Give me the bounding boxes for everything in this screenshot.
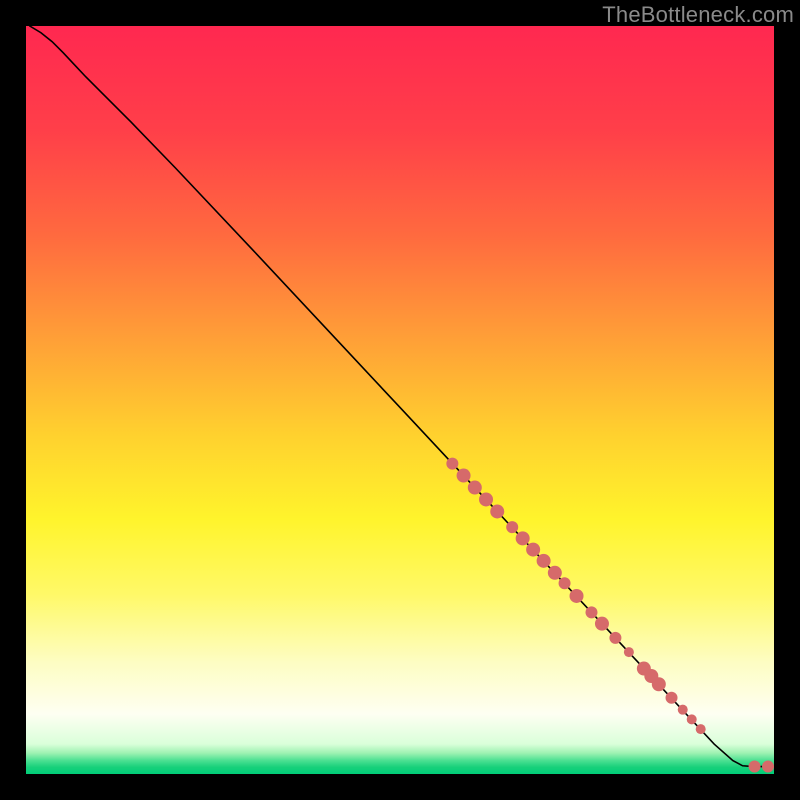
marker-dot	[585, 606, 597, 618]
marker-dot	[548, 566, 562, 580]
marker-dot	[624, 647, 634, 657]
marker-dot	[559, 577, 571, 589]
marker-dot	[570, 589, 584, 603]
marker-dot	[457, 469, 471, 483]
marker-dot	[446, 458, 458, 470]
marker-dot	[468, 481, 482, 495]
marker-dot	[666, 692, 678, 704]
bottleneck-chart	[26, 26, 774, 774]
marker-dot	[687, 714, 697, 724]
marker-dot	[537, 554, 551, 568]
gradient-background	[26, 26, 774, 774]
marker-dot	[652, 677, 666, 691]
marker-dot	[749, 761, 761, 773]
marker-dot	[678, 705, 688, 715]
marker-dot	[762, 761, 774, 773]
marker-dot	[595, 617, 609, 631]
chart-stage: TheBottleneck.com	[0, 0, 800, 800]
marker-dot	[506, 521, 518, 533]
marker-dot	[526, 543, 540, 557]
marker-dot	[516, 531, 530, 545]
marker-dot	[696, 724, 706, 734]
marker-dot	[479, 492, 493, 506]
plot-area	[26, 26, 774, 774]
marker-dot	[490, 504, 504, 518]
attribution-label: TheBottleneck.com	[602, 2, 794, 28]
marker-dot	[609, 632, 621, 644]
